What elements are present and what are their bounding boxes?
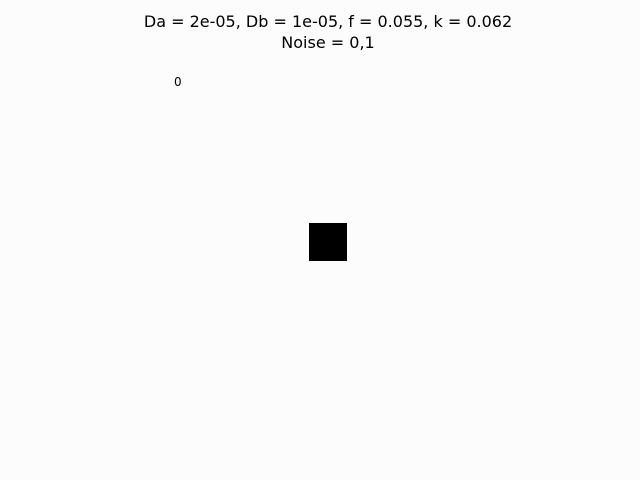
figure-title: Da = 2e-05, Db = 1e-05, f = 0.055, k = 0…: [0, 11, 640, 53]
frame-counter: 0: [174, 75, 182, 89]
title-noise: Noise = 0,1: [281, 33, 375, 52]
simulation-seed-square: [309, 223, 347, 261]
title-parameters: Da = 2e-05, Db = 1e-05, f = 0.055, k = 0…: [143, 12, 513, 31]
